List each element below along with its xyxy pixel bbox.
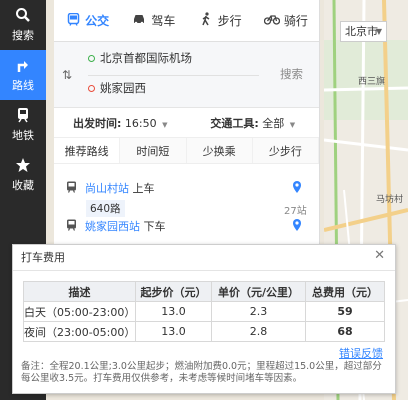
table-header-row: 描述 起步价（元） 单价（元/公里） 总费用（元） [23, 281, 385, 302]
route-sort-tabs: 推荐路线 时间短 少换乘 少步行 [54, 138, 319, 164]
bus-icon [65, 12, 81, 29]
column-header: 描述 [23, 281, 136, 302]
sidebar-item-label: 搜索 [12, 29, 34, 42]
search-button[interactable]: 搜索 [280, 66, 303, 82]
tab-bike-label: 骑行 [283, 14, 308, 28]
fare-unit-price: 2.3 [211, 301, 306, 322]
swap-direction-icon[interactable]: ⇅ [62, 68, 72, 82]
sidebar-item-label: 地铁 [12, 129, 34, 142]
route-input-box: ⇅ 北京首都国际机场 姚家园西 搜索 [54, 42, 319, 108]
board-station-link[interactable]: 尚山村站 [85, 182, 129, 195]
table-row: 白天（05:00-23:00） 13.0 2.3 59 [23, 301, 385, 322]
start-point-field[interactable]: 北京首都国际机场 [88, 50, 192, 66]
column-header: 单价（元/公里） [211, 281, 306, 302]
step-board: 尚山村站 上车 [66, 180, 155, 196]
fare-unit-price: 2.8 [211, 321, 306, 342]
dialog-title: 打车费用 [13, 245, 395, 271]
board-action: 上车 [132, 182, 155, 195]
fare-total: 68 [305, 321, 385, 342]
depart-time-select[interactable]: 出发时间: 16:50 ▼ [54, 115, 187, 131]
close-icon[interactable]: ✕ [374, 248, 385, 263]
chevron-down-icon: ▼ [375, 27, 382, 36]
sort-shortest-time[interactable]: 时间短 [120, 138, 187, 163]
column-header: 总费用（元） [305, 281, 385, 302]
fare-note: 备注：全程20.1公里;3.0公里起步；燃油附加费0.0元；里程超过15.0公里… [21, 361, 382, 384]
tab-walk[interactable]: 步行 [187, 0, 253, 41]
bus-line-row: 640路 [86, 200, 125, 217]
fare-total: 59 [305, 301, 385, 322]
map-label-mafangcun: 马坊村 [376, 195, 404, 205]
bus-line-badge[interactable]: 640路 [86, 200, 125, 217]
fare-start-price: 13.0 [135, 301, 212, 322]
depart-time-value: 16:50 [124, 116, 157, 130]
step-alight: 姚家园西站 下车 [66, 218, 166, 234]
alight-action: 下车 [143, 220, 166, 233]
sort-fewest-transfers[interactable]: 少换乘 [186, 138, 253, 163]
city-selector[interactable]: 北京市 ▼ [340, 21, 387, 42]
bus-icon [66, 219, 77, 234]
tab-bike[interactable]: 骑行 [253, 0, 319, 41]
tab-bus-label: 公交 [85, 14, 110, 28]
tab-drive-label: 驾车 [151, 14, 176, 28]
map-label-xisanqi: 西三旗 [358, 77, 386, 87]
sort-least-walking[interactable]: 少步行 [252, 138, 319, 163]
city-name: 北京市 [345, 25, 378, 38]
car-icon [131, 13, 147, 28]
error-feedback-link[interactable]: 错误反馈 [339, 345, 383, 361]
tab-drive[interactable]: 驾车 [120, 0, 186, 41]
taxi-fare-dialog: 打车费用 ✕ 描述 起步价（元） 单价（元/公里） 总费用（元） 白天（05:0… [12, 244, 396, 394]
transport-tool-label: 交通工具: [210, 116, 259, 130]
sidebar-item-favorites[interactable]: 收藏 [0, 150, 46, 200]
end-point-text: 姚家园西 [100, 81, 146, 95]
alight-station-link[interactable]: 姚家园西站 [85, 220, 140, 233]
tab-bus[interactable]: 公交 [54, 0, 120, 41]
bike-icon [263, 13, 281, 28]
search-icon [15, 7, 31, 25]
location-pin-icon[interactable] [292, 180, 302, 197]
depart-time-label: 出发时间: [73, 116, 122, 130]
end-dot-icon [88, 84, 95, 92]
chevron-down-icon: ▼ [162, 120, 168, 129]
transport-mode-tabs: 公交 驾车 步行 骑行 [54, 0, 319, 42]
end-point-field[interactable]: 姚家园西 [88, 80, 146, 96]
sidebar-item-subway[interactable]: 地铁 [0, 100, 46, 150]
subway-icon [15, 107, 31, 125]
fare-desc: 夜间（23:00-05:00） [23, 321, 136, 342]
walk-icon [198, 12, 214, 29]
start-dot-icon [88, 54, 95, 62]
tab-walk-label: 步行 [217, 14, 242, 28]
sort-recommended[interactable]: 推荐路线 [54, 138, 121, 163]
start-point-text: 北京首都国际机场 [100, 51, 192, 65]
star-icon [15, 157, 31, 175]
table-row: 夜间（23:00-05:00） 13.0 2.8 68 [23, 321, 385, 342]
sidebar-item-search[interactable]: 搜索 [0, 0, 46, 50]
stop-count: 27站 [284, 206, 307, 217]
transport-tool-value: 全部 [262, 116, 285, 130]
route-filters: 出发时间: 16:50 ▼ 交通工具: 全部 ▼ [54, 108, 319, 138]
bus-icon [66, 181, 77, 196]
column-header: 起步价（元） [135, 281, 212, 302]
location-pin-icon[interactable] [292, 218, 302, 235]
taxi-fare-table: 描述 起步价（元） 单价（元/公里） 总费用（元） 白天（05:00-23:00… [23, 281, 385, 342]
route-icon [15, 57, 31, 75]
transport-tool-select[interactable]: 交通工具: 全部 ▼ [187, 115, 320, 131]
chevron-down-icon: ▼ [289, 120, 296, 129]
fare-desc: 白天（05:00-23:00） [23, 301, 136, 322]
divider [88, 75, 259, 76]
fare-start-price: 13.0 [135, 321, 212, 342]
sidebar-item-label: 路线 [12, 79, 34, 92]
sidebar-item-label: 收藏 [12, 179, 34, 192]
sidebar-item-route[interactable]: 路线 [0, 50, 46, 100]
